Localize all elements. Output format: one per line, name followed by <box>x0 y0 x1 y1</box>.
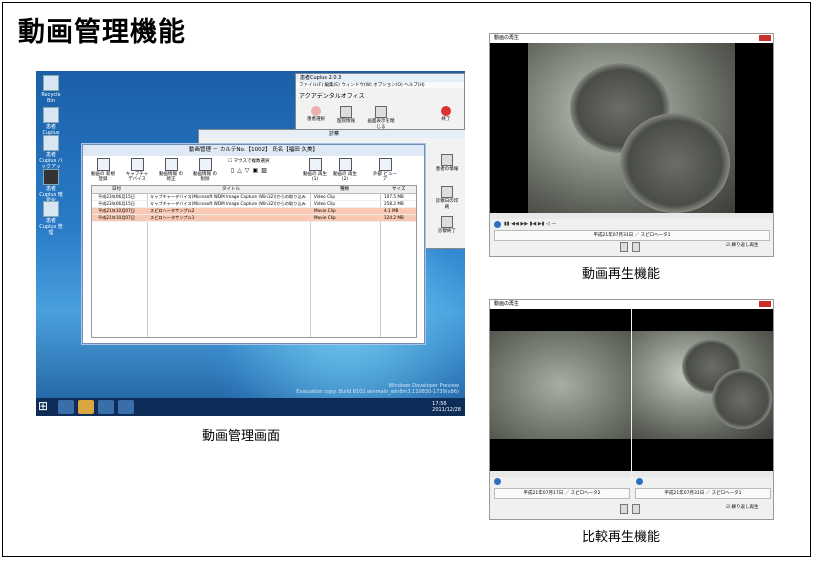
compare-player-window: 動画の再生 平成21年07月17日 ／ スピロヘータ2 平成21年07月31日 … <box>489 299 774 520</box>
bg-app-office: アクアデンタルオフィス <box>299 93 365 100</box>
bg-exam-title: 診察 <box>199 130 465 138</box>
player-title: 動画の再生 <box>490 34 773 43</box>
desktop-screenshot: Recycle Bin 患者Cuplus 患者Cuplus バックアップ 患者C… <box>36 71 465 416</box>
caption-management: 動画管理画面 <box>202 429 281 444</box>
caption-playback: 動画再生機能 <box>582 267 661 282</box>
desktop-icon-encrypt[interactable]: 患者Cuplus 暗号化 <box>39 169 63 204</box>
external-viewer-button[interactable]: 外部 ビューア <box>371 158 399 182</box>
delete-video-info-button[interactable]: 動画情報 の削除 <box>191 158 219 182</box>
table-row[interactable]: 平成21年10月07日 スピロヘータサンプル1 Movie Clip 124.2… <box>92 215 416 222</box>
seek-bar-right[interactable] <box>632 471 773 477</box>
pause-icon[interactable] <box>620 242 628 252</box>
transport-controls[interactable]: ▮▮ ◀◀ ▶▶ ▮◀ ▶▮ ◁ — <box>504 221 556 227</box>
taskbar: ⊞ 17:56 2011/12/28 <box>36 398 465 416</box>
app2-taskbar-icon[interactable] <box>118 400 134 414</box>
clinic-info-button[interactable]: 医院情報 <box>334 106 358 124</box>
pause-icon[interactable] <box>620 504 628 514</box>
table-row[interactable]: 平成23年06月15日 キャプチャーデバイス(Microsoft WDM Ima… <box>92 201 416 208</box>
edit-video-info-button[interactable]: 動画情報 の修正 <box>157 158 185 182</box>
loop-checkbox[interactable]: ☑ 繰り返し再生 <box>726 242 758 248</box>
video-table: 日付 タイトル 種類 サイズ 平成23年06月15日 キャプチャーデバイス(Mi… <box>91 185 417 338</box>
system-tray-clock[interactable]: 17:56 2011/12/28 <box>432 401 461 413</box>
play-video-2-button[interactable]: 動画の 再生(2) <box>331 158 359 182</box>
play-video-1-button[interactable]: 動画の 再生(1) <box>301 158 329 182</box>
exam-end-button[interactable]: 診察終了 <box>435 216 459 234</box>
close-icon[interactable] <box>759 301 771 307</box>
patient-info-button[interactable]: 患者の情報 <box>435 154 459 172</box>
close-icon[interactable] <box>759 35 771 41</box>
caption-compare: 比較再生機能 <box>582 530 661 545</box>
play-button[interactable] <box>494 221 501 228</box>
video-info-right: 平成21年07月31日 ／ スピロヘータ1 <box>635 488 771 499</box>
exam-print-button[interactable]: 診察日の印刷 <box>435 186 459 210</box>
compare-player-title: 動画の再生 <box>490 300 773 309</box>
ie-taskbar-icon[interactable] <box>58 400 74 414</box>
seek-bar[interactable] <box>490 213 773 219</box>
video-info-left: 平成21年07月17日 ／ スピロヘータ2 <box>494 488 630 499</box>
table-row[interactable]: 平成23年06月15日 キャプチャーデバイス(Microsoft WDM Ima… <box>92 194 416 201</box>
play-button-left[interactable] <box>494 478 501 485</box>
table-row[interactable]: 平成21年10月07日 スピロヘータサンプル2 Movie Clip 4.1 M… <box>92 208 416 215</box>
desktop-icon-admin[interactable]: 患者Cuplus 管理 <box>39 201 63 236</box>
exit-button[interactable]: 終了 <box>436 106 456 122</box>
seek-bar-left[interactable] <box>490 471 631 477</box>
table-header: 日付 タイトル 種類 サイズ <box>92 186 416 194</box>
window-title: 動画管理 － カルテNo.【1002】 氏名【福田 久美】 <box>83 145 424 156</box>
desktop-icon-recycle-bin[interactable]: Recycle Bin <box>39 75 63 104</box>
multi-select-checkbox[interactable]: ☐ マウスで複数選択 <box>228 158 269 164</box>
explorer-taskbar-icon[interactable] <box>78 400 94 414</box>
loop-checkbox[interactable]: ☑ 繰り返し再生 <box>726 504 758 510</box>
video-frame-left[interactable] <box>490 309 631 471</box>
play-button-right[interactable] <box>636 478 643 485</box>
patient-select-button[interactable]: 患者選択 <box>304 106 328 122</box>
desktop-icon-app[interactable]: 患者Cuplus <box>39 107 63 136</box>
sort-icons[interactable]: ▯△▽▣▨ <box>231 167 270 174</box>
start-button[interactable]: ⊞ <box>38 399 54 415</box>
toolbar: 動画の 新規登録 キャプチャ デバイス 動画情報 の修正 動画情報 の削除 ☐ … <box>83 156 424 182</box>
page-title: 動画管理機能 <box>18 17 186 48</box>
app-taskbar-icon[interactable] <box>98 400 114 414</box>
video-info: 平成21年07月31日 ／ スピロヘータ1 <box>494 230 770 241</box>
stop-icon[interactable] <box>632 242 640 252</box>
stop-icon[interactable] <box>632 504 640 514</box>
video-management-window: 動画管理 － カルテNo.【1002】 氏名【福田 久美】 動画の 新規登録 キ… <box>82 144 425 344</box>
capture-device-button[interactable]: キャプチャ デバイス <box>123 158 151 182</box>
windows-watermark: Windows Developer Preview Evaluation cop… <box>296 383 459 395</box>
register-video-button[interactable]: 動画の 新規登録 <box>89 158 117 182</box>
bg-app-title: 患者Cuplus 2.0.3 <box>296 74 464 82</box>
player-window: 動画の再生 ▮▮ ◀◀ ▶▶ ▮◀ ▶▮ ◁ — 平成21年07月31日 ／ ス… <box>489 33 774 257</box>
video-frame-right[interactable] <box>632 309 773 471</box>
close-view-button[interactable]: 画面表示を閉じる <box>366 106 396 130</box>
video-frame[interactable] <box>490 43 773 213</box>
